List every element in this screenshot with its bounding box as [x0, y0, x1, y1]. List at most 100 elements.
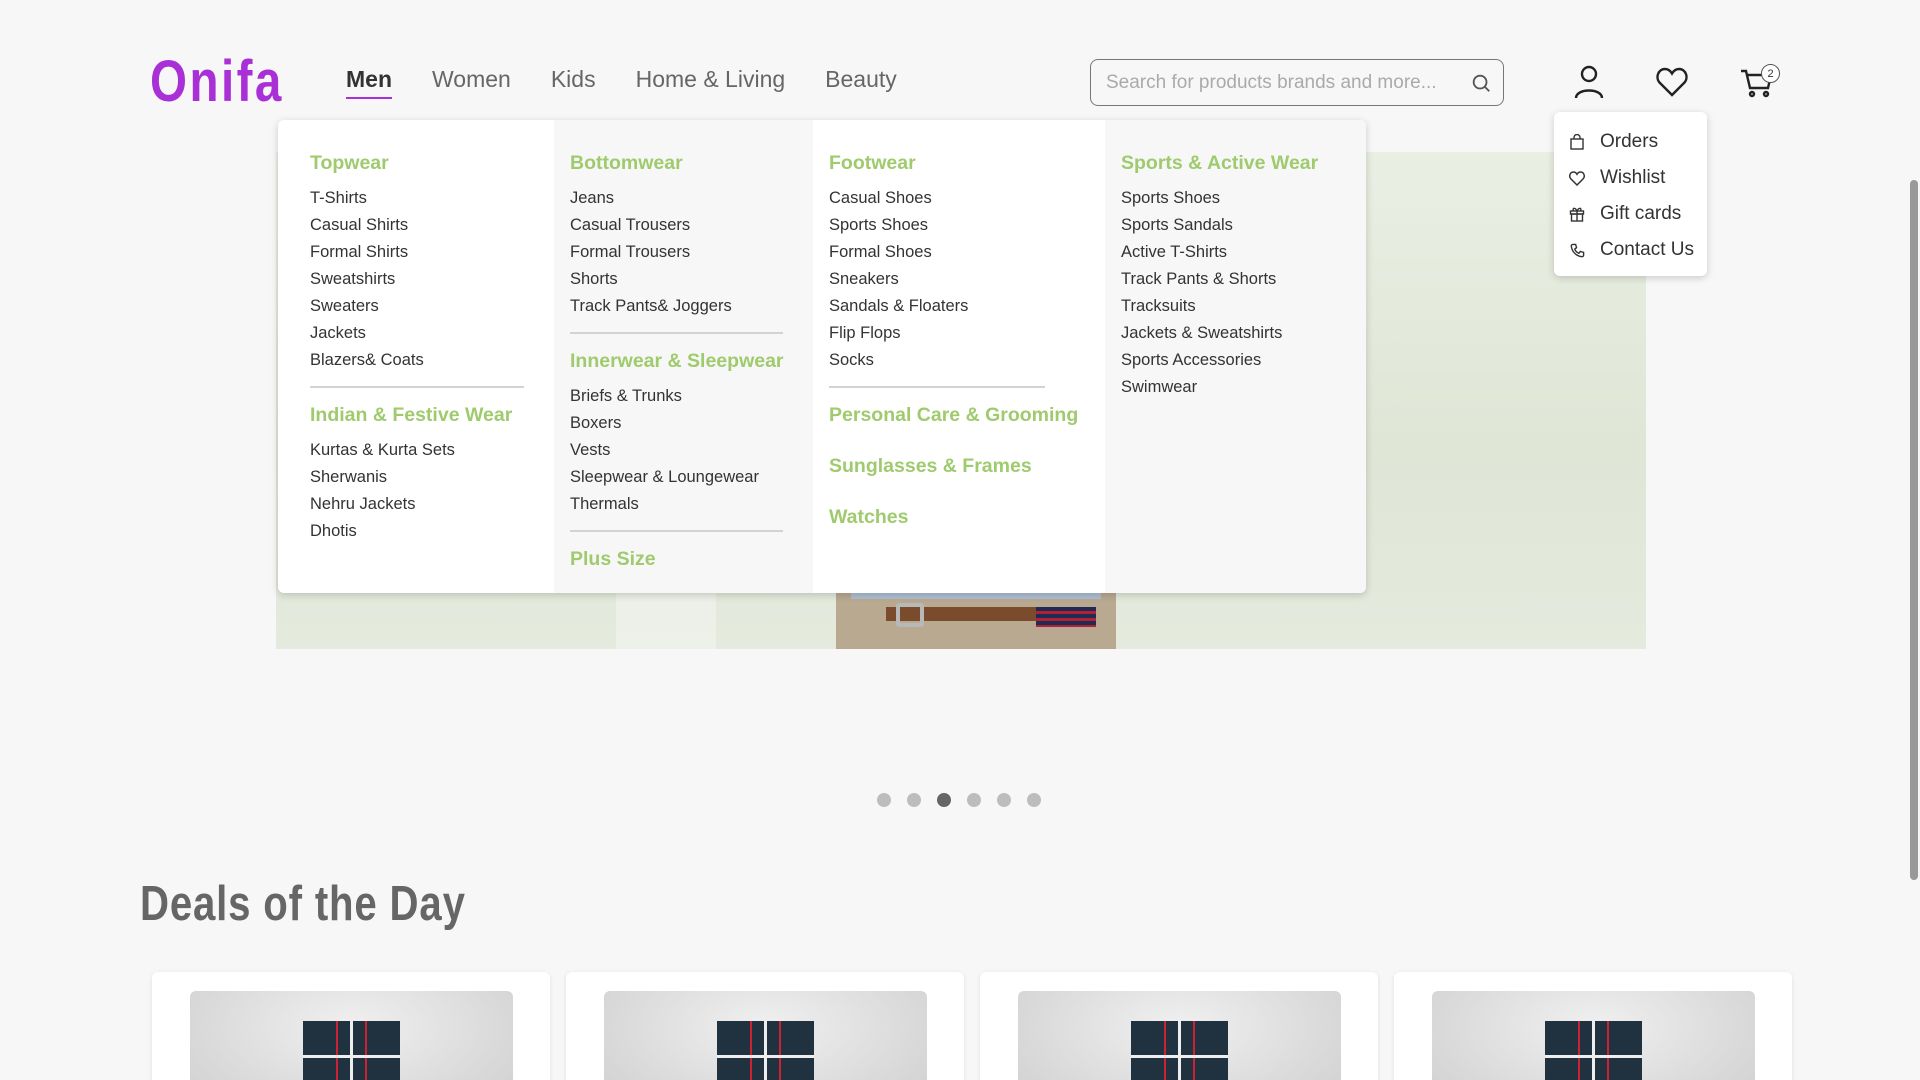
- account-item-gift-cards[interactable]: Gift cards: [1554, 196, 1707, 232]
- menu-link[interactable]: Kurtas & Kurta Sets: [310, 437, 554, 464]
- hero-striped-belt: [1036, 607, 1096, 627]
- category-sunglasses[interactable]: Sunglasses & Frames: [829, 455, 1105, 478]
- category-plus-size[interactable]: Plus Size: [570, 548, 813, 571]
- menu-link[interactable]: Casual Shoes: [829, 185, 1105, 212]
- menu-link[interactable]: Sleepwear & Loungewear: [570, 464, 813, 491]
- divider: [310, 386, 524, 388]
- menu-link[interactable]: Casual Trousers: [570, 212, 813, 239]
- account-item-contact-us[interactable]: Contact Us: [1554, 232, 1707, 268]
- mega-menu-column-1: Topwear T-Shirts Casual Shirts Formal Sh…: [278, 120, 554, 593]
- divider: [829, 386, 1045, 388]
- menu-link[interactable]: Jackets: [310, 320, 554, 347]
- product-image: [1018, 991, 1341, 1080]
- deal-card[interactable]: [980, 972, 1378, 1080]
- cart-count-badge: 2: [1761, 64, 1780, 83]
- account-item-label: Gift cards: [1600, 203, 1682, 224]
- menu-link[interactable]: Sneakers: [829, 266, 1105, 293]
- heart-icon: [1568, 169, 1586, 187]
- menu-link[interactable]: Flip Flops: [829, 320, 1105, 347]
- carousel-dots: [877, 793, 1057, 807]
- deal-card[interactable]: [152, 972, 550, 1080]
- carousel-dot[interactable]: [907, 793, 921, 807]
- menu-link[interactable]: Thermals: [570, 491, 813, 518]
- scrollbar-thumb[interactable]: [1910, 180, 1918, 880]
- category-footwear[interactable]: Footwear: [829, 152, 1105, 175]
- menu-link[interactable]: Boxers: [570, 410, 813, 437]
- divider: [570, 530, 783, 532]
- nav-item-women[interactable]: Women: [432, 66, 511, 99]
- user-icon[interactable]: [1569, 62, 1609, 102]
- deal-card[interactable]: [1394, 972, 1792, 1080]
- gift-icon: [1568, 205, 1586, 223]
- brand-logo[interactable]: Onifa: [150, 48, 284, 115]
- phone-icon: [1568, 241, 1586, 259]
- search-input[interactable]: [1091, 60, 1459, 105]
- menu-link[interactable]: Formal Shoes: [829, 239, 1105, 266]
- account-item-label: Wishlist: [1600, 167, 1666, 188]
- menu-link[interactable]: Track Pants & Shorts: [1121, 266, 1366, 293]
- category-indian-festive[interactable]: Indian & Festive Wear: [310, 404, 554, 427]
- menu-link[interactable]: Dhotis: [310, 518, 554, 545]
- menu-link[interactable]: Formal Shirts: [310, 239, 554, 266]
- menu-link[interactable]: Sports Shoes: [1121, 185, 1366, 212]
- menu-link[interactable]: Formal Trousers: [570, 239, 813, 266]
- account-item-wishlist[interactable]: Wishlist: [1554, 160, 1707, 196]
- category-sports-active[interactable]: Sports & Active Wear: [1121, 152, 1366, 175]
- men-mega-menu: Topwear T-Shirts Casual Shirts Formal Sh…: [278, 120, 1366, 593]
- menu-link[interactable]: Sports Shoes: [829, 212, 1105, 239]
- menu-link[interactable]: Sandals & Floaters: [829, 293, 1105, 320]
- menu-link[interactable]: Sports Accessories: [1121, 347, 1366, 374]
- carousel-dot[interactable]: [1027, 793, 1041, 807]
- bag-icon: [1568, 133, 1586, 151]
- carousel-dot[interactable]: [877, 793, 891, 807]
- mega-menu-column-3: Footwear Casual Shoes Sports Shoes Forma…: [813, 120, 1105, 593]
- menu-link[interactable]: Sports Sandals: [1121, 212, 1366, 239]
- menu-link[interactable]: Shorts: [570, 266, 813, 293]
- account-dropdown: Orders Wishlist Gift cards Contact Us: [1554, 112, 1707, 276]
- nav-item-beauty[interactable]: Beauty: [825, 66, 897, 99]
- menu-link[interactable]: Blazers& Coats: [310, 347, 554, 374]
- deal-card[interactable]: [566, 972, 964, 1080]
- menu-link[interactable]: Sherwanis: [310, 464, 554, 491]
- category-topwear[interactable]: Topwear: [310, 152, 554, 175]
- menu-link[interactable]: Casual Shirts: [310, 212, 554, 239]
- main-nav: Men Women Kids Home & Living Beauty: [346, 66, 937, 99]
- menu-link[interactable]: Tracksuits: [1121, 293, 1366, 320]
- category-personal-care[interactable]: Personal Care & Grooming: [829, 404, 1105, 427]
- section-title-deals: Deals of the Day: [140, 877, 466, 931]
- search-bar: [1090, 59, 1504, 106]
- menu-link[interactable]: Swimwear: [1121, 374, 1366, 401]
- wishlist-heart-icon[interactable]: [1652, 62, 1692, 102]
- menu-link[interactable]: Nehru Jackets: [310, 491, 554, 518]
- category-bottomwear[interactable]: Bottomwear: [570, 152, 813, 175]
- account-item-label: Orders: [1600, 131, 1659, 152]
- page-scrollbar[interactable]: [1906, 0, 1920, 1080]
- carousel-dot-active[interactable]: [937, 793, 951, 807]
- account-item-orders[interactable]: Orders: [1554, 124, 1707, 160]
- menu-link[interactable]: Sweatshirts: [310, 266, 554, 293]
- cart-icon[interactable]: 2: [1734, 62, 1780, 102]
- nav-item-kids[interactable]: Kids: [551, 66, 596, 99]
- product-image: [190, 991, 513, 1080]
- menu-link[interactable]: Sweaters: [310, 293, 554, 320]
- hero-belt-buckle: [896, 603, 924, 627]
- carousel-dot[interactable]: [967, 793, 981, 807]
- menu-link[interactable]: Jackets & Sweatshirts: [1121, 320, 1366, 347]
- menu-link[interactable]: Vests: [570, 437, 813, 464]
- menu-link[interactable]: Active T-Shirts: [1121, 239, 1366, 266]
- menu-link[interactable]: Socks: [829, 347, 1105, 374]
- product-image: [1432, 991, 1755, 1080]
- divider: [570, 332, 783, 334]
- nav-item-men[interactable]: Men: [346, 66, 392, 99]
- menu-link[interactable]: T-Shirts: [310, 185, 554, 212]
- search-icon[interactable]: [1459, 61, 1503, 105]
- menu-link[interactable]: Track Pants& Joggers: [570, 293, 813, 320]
- carousel-dot[interactable]: [997, 793, 1011, 807]
- menu-link[interactable]: Jeans: [570, 185, 813, 212]
- nav-item-home-living[interactable]: Home & Living: [636, 66, 786, 99]
- category-watches[interactable]: Watches: [829, 506, 1105, 529]
- category-innerwear[interactable]: Innerwear & Sleepwear: [570, 350, 813, 373]
- menu-link[interactable]: Briefs & Trunks: [570, 383, 813, 410]
